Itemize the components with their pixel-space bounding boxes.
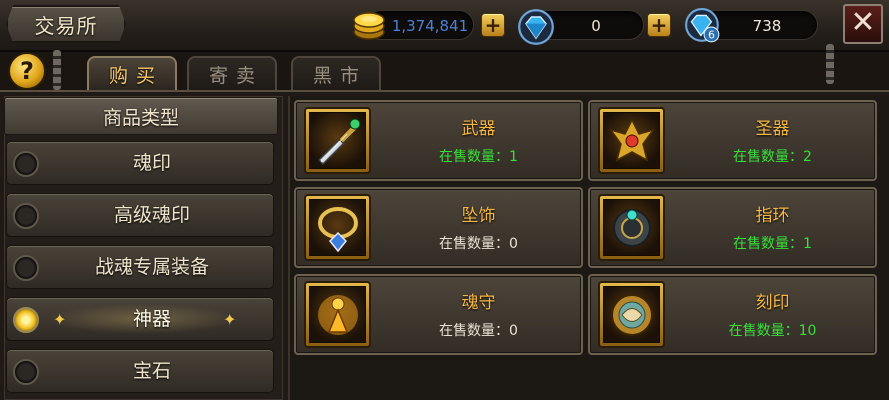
category-label: 高级魂印 bbox=[113, 204, 190, 226]
item-icon-frame bbox=[598, 281, 665, 348]
item-card-soul-guardian[interactable]: 魂守 在售数量：0 bbox=[294, 274, 583, 355]
item-count: 在售数量：1 bbox=[733, 236, 812, 252]
tab-consign[interactable]: 寄卖 bbox=[187, 56, 277, 90]
radio-icon bbox=[13, 255, 39, 281]
item-count: 在售数量：1 bbox=[439, 149, 518, 165]
item-icon-frame bbox=[304, 107, 371, 174]
category-item-war-soul-equipment[interactable]: 战魂专属装备 bbox=[6, 245, 274, 289]
category-item-gem[interactable]: 宝石 bbox=[6, 349, 274, 393]
buy-gold-button[interactable]: + bbox=[481, 13, 505, 37]
item-count: 在售数量：0 bbox=[439, 236, 518, 252]
diamond-icon bbox=[518, 9, 554, 45]
soul-guardian-icon bbox=[317, 294, 358, 335]
radio-selected-icon bbox=[13, 307, 39, 333]
help-button[interactable]: ? bbox=[8, 52, 46, 90]
item-card-engraving[interactable]: 刻印 在售数量：10 bbox=[588, 274, 877, 355]
item-count: 在售数量：2 bbox=[733, 149, 812, 165]
category-label: 神器 bbox=[132, 308, 171, 330]
tab-buy[interactable]: 购买 bbox=[87, 56, 177, 90]
category-item-artifact[interactable]: ✦ ✦ 神器 bbox=[6, 297, 274, 341]
item-icon-frame bbox=[304, 194, 371, 261]
category-label: 宝石 bbox=[132, 360, 171, 382]
category-header: 商品类型 bbox=[4, 97, 278, 135]
bound-diamond-badge: 6 bbox=[708, 30, 715, 42]
chain-decoration bbox=[826, 44, 834, 84]
item-card-ring[interactable]: 指环 在售数量：1 bbox=[588, 187, 877, 268]
bound-diamond-amount: 738 bbox=[752, 17, 782, 35]
item-name: 刻印 bbox=[755, 293, 790, 313]
radio-icon bbox=[13, 359, 39, 385]
category-item-soul-seal[interactable]: 魂印 bbox=[6, 141, 274, 185]
engraving-icon bbox=[610, 293, 653, 336]
radio-icon bbox=[13, 151, 39, 177]
item-card-pendant[interactable]: 坠饰 在售数量：0 bbox=[294, 187, 583, 268]
gold-amount: 1,374,841 bbox=[391, 17, 469, 35]
item-name: 坠饰 bbox=[461, 206, 496, 226]
item-count: 在售数量：10 bbox=[728, 323, 817, 339]
category-item-advanced-soul-seal[interactable]: 高级魂印 bbox=[6, 193, 274, 237]
item-count: 在售数量：0 bbox=[439, 323, 518, 339]
window-title: 交易所 bbox=[6, 5, 126, 43]
diamond-amount: 0 bbox=[591, 17, 601, 35]
chain-decoration bbox=[53, 50, 61, 90]
item-icon-frame bbox=[304, 281, 371, 348]
sword-icon bbox=[317, 118, 360, 165]
item-name: 圣器 bbox=[755, 119, 790, 139]
item-name: 武器 bbox=[461, 119, 496, 139]
item-card-weapon[interactable]: 武器 在售数量：1 bbox=[294, 100, 583, 181]
gold-coin-icon bbox=[353, 12, 385, 40]
pendant-icon bbox=[317, 206, 358, 252]
radio-icon bbox=[13, 203, 39, 229]
category-label: 魂印 bbox=[132, 152, 171, 174]
category-label: 战魂专属装备 bbox=[94, 256, 209, 278]
close-button[interactable]: ✕ bbox=[843, 4, 883, 44]
item-icon-frame bbox=[598, 107, 665, 174]
buy-diamond-button[interactable]: + bbox=[647, 13, 671, 37]
bound-diamond-icon: 6 bbox=[685, 8, 720, 43]
tab-black-market[interactable]: 黑市 bbox=[291, 56, 381, 90]
item-icon-frame bbox=[598, 194, 665, 261]
item-name: 指环 bbox=[755, 206, 790, 226]
top-bar: 交易所 1,374,841 + 0 + 738 6 ✕ bbox=[0, 0, 889, 52]
item-name: 魂守 bbox=[461, 293, 496, 313]
holy-relic-icon bbox=[608, 117, 655, 161]
ring-icon bbox=[612, 208, 651, 247]
item-card-holy-relic[interactable]: 圣器 在售数量：2 bbox=[588, 100, 877, 181]
